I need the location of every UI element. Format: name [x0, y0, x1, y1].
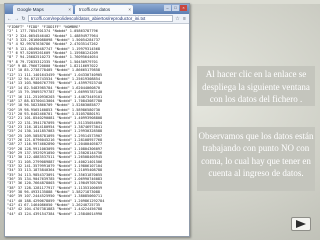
menu-icon[interactable]: ≡ [182, 16, 187, 22]
browser-window: Google Maps × trcoffi.csv datos × – □ × … [4, 3, 190, 237]
star-icon[interactable]: ☆ [175, 16, 180, 22]
address-bar[interactable]: trcoffi.com/repo/idescol/datos_abiertos/… [28, 15, 173, 22]
forward-icon[interactable]: → [14, 16, 19, 22]
tab-strip: Google Maps × trcoffi.csv datos × – □ × [5, 4, 189, 14]
browser-tab[interactable]: Google Maps × [13, 5, 73, 14]
close-tab-icon[interactable]: × [68, 5, 71, 14]
reload-icon[interactable]: ↻ [21, 16, 26, 22]
file-line: "44" 43 124.4391547384 "Ncddd" 1.2584001… [7, 211, 103, 216]
next-arrow-icon [296, 220, 306, 228]
tab-label: trcoffi.csv datos [79, 7, 111, 12]
window-controls: – □ × [164, 5, 187, 11]
minimize-icon[interactable]: – [164, 5, 171, 11]
close-window-icon[interactable]: × [180, 5, 187, 11]
maximize-icon[interactable]: □ [172, 5, 179, 11]
back-icon[interactable]: ← [7, 16, 12, 22]
browser-tab-active[interactable]: trcoffi.csv datos × [75, 5, 133, 14]
caption-decimal-point-note: Observamos que los datos están trabajand… [197, 127, 315, 191]
file-contents: "FIDBFT" "FIDD" "FIDDIFF" "NOMBRE" "2" 1 … [5, 24, 189, 217]
tab-label: Google Maps [17, 7, 44, 12]
next-slide-button[interactable] [291, 217, 311, 231]
caption-window-explained: Al hacer clic en la enlace se despliega … [197, 66, 315, 106]
close-tab-icon[interactable]: × [128, 5, 131, 14]
address-bar-row: ← → ↻ trcoffi.com/repo/idescol/datos_abi… [5, 14, 189, 24]
